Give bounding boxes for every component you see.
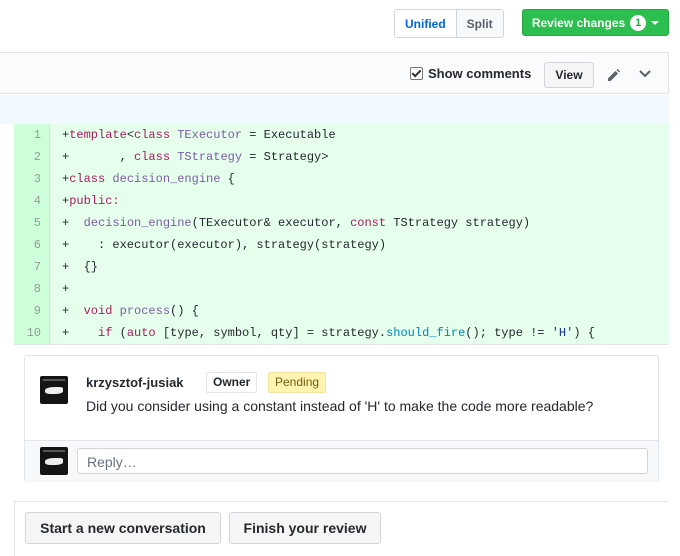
reply-area: Reply… — [25, 440, 658, 482]
show-comments-toggle[interactable]: Show comments — [410, 66, 531, 81]
pending-badge: Pending — [268, 372, 327, 393]
view-file-button[interactable]: View — [544, 62, 594, 88]
hunk-header — [0, 95, 669, 124]
wolf-icon — [45, 387, 63, 394]
diff-line: 10 + if (auto [type, symbol, qty] = stra… — [14, 322, 669, 344]
diff-line: 7 + {} — [14, 256, 669, 278]
review-actions: Start a new conversation Finish your rev… — [14, 500, 669, 556]
review-thread: krzysztof-jusiak Owner Pending Did you c… — [14, 344, 669, 502]
avatar-text-strip — [43, 379, 65, 381]
finish-review-button[interactable]: Finish your review — [229, 512, 381, 544]
comment-body: Did you consider using a constant instea… — [86, 398, 594, 414]
line-code: + {} — [50, 256, 669, 278]
wolf-icon — [45, 458, 63, 465]
line-number[interactable]: 10 — [14, 322, 50, 344]
diff-line: 3 +class decision_engine { — [14, 168, 669, 190]
diff-line: 6 + : executor(executor), strategy(strat… — [14, 234, 669, 256]
line-code: + decision_engine(TExecutor& executor, c… — [50, 212, 669, 234]
line-number[interactable]: 5 — [14, 212, 50, 234]
avatar-text-strip — [43, 450, 65, 452]
line-number[interactable]: 8 — [14, 278, 50, 300]
reply-input[interactable]: Reply… — [77, 448, 648, 474]
diff-line: 5 + decision_engine(TExecutor& executor,… — [14, 212, 669, 234]
line-number[interactable]: 9 — [14, 300, 50, 322]
diff-line: 8 + — [14, 278, 669, 300]
chevron-down-icon[interactable] — [638, 68, 652, 80]
split-button[interactable]: Split — [455, 10, 503, 37]
line-number[interactable]: 6 — [14, 234, 50, 256]
line-code: +class decision_engine { — [50, 168, 669, 190]
diff-line: 1 +template<class TExecutor = Executable — [14, 124, 669, 146]
file-header: Show comments View — [0, 52, 669, 94]
review-changes-button[interactable]: Review changes 1 — [522, 9, 669, 36]
diff-line: 9 + void process() { — [14, 300, 669, 322]
pencil-icon[interactable] — [606, 67, 622, 83]
line-number[interactable]: 1 — [14, 124, 50, 146]
diff-code: 1 +template<class TExecutor = Executable… — [14, 124, 669, 344]
line-number[interactable]: 2 — [14, 146, 50, 168]
line-code: +template<class TExecutor = Executable — [50, 124, 669, 146]
diff-toolbar: Unified Split Review changes 1 — [0, 0, 680, 48]
line-code: +public: — [50, 190, 669, 212]
start-new-conversation-button[interactable]: Start a new conversation — [25, 512, 221, 544]
review-count-badge: 1 — [630, 14, 647, 31]
diff-line: 2 + , class TStrategy = Strategy> — [14, 146, 669, 168]
unified-button[interactable]: Unified — [395, 10, 456, 37]
line-code: + if (auto [type, symbol, qty] = strateg… — [50, 322, 669, 344]
review-changes-label: Review changes — [531, 15, 626, 30]
line-code: + : executor(executor), strategy(strateg… — [50, 234, 669, 256]
diff-view-toggle: Unified Split — [394, 9, 504, 38]
review-comment: krzysztof-jusiak Owner Pending Did you c… — [24, 355, 659, 482]
show-comments-label: Show comments — [428, 66, 532, 81]
comment-author[interactable]: krzysztof-jusiak — [86, 375, 184, 390]
caret-down-icon — [651, 20, 660, 25]
line-code: + — [50, 278, 669, 300]
avatar[interactable] — [40, 376, 68, 404]
line-number[interactable]: 4 — [14, 190, 50, 212]
show-comments-checkbox[interactable] — [410, 67, 423, 80]
line-code: + , class TStrategy = Strategy> — [50, 146, 669, 168]
diff-line: 4 +public: — [14, 190, 669, 212]
owner-badge: Owner — [206, 372, 258, 393]
avatar — [40, 447, 68, 475]
line-number[interactable]: 3 — [14, 168, 50, 190]
line-number[interactable]: 7 — [14, 256, 50, 278]
line-code: + void process() { — [50, 300, 669, 322]
